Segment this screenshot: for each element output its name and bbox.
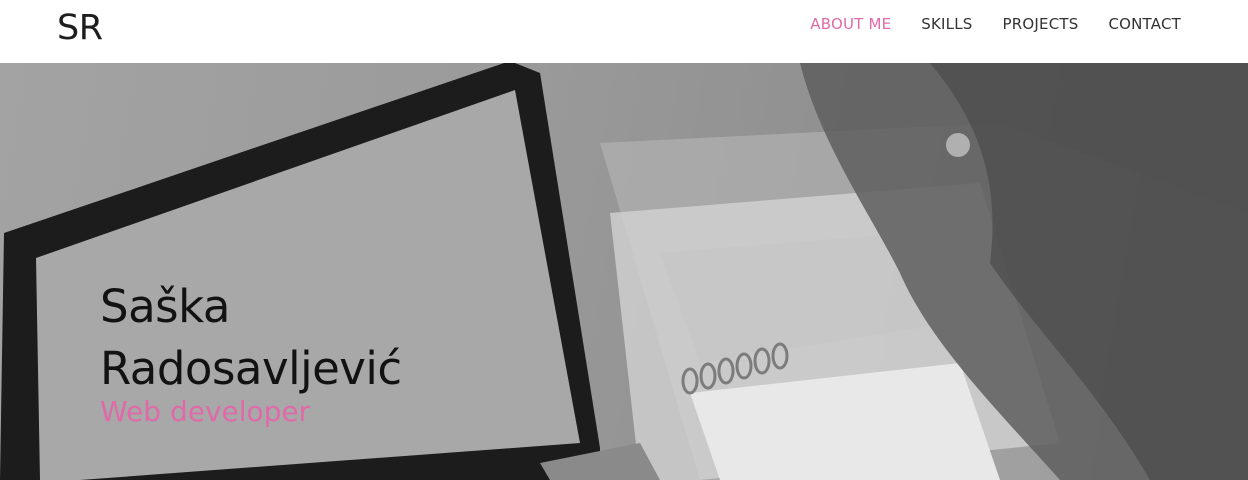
hero-section: Saška Radosavljević Web developer [0,63,1248,480]
hero-text-block: Saška Radosavljević Web developer [100,276,402,430]
nav-link-skills[interactable]: SKILLS [921,14,972,34]
nav-link-contact[interactable]: CONTACT [1108,14,1181,34]
nav-link-about-me[interactable]: ABOUT ME [810,14,891,34]
earring [946,133,970,157]
hero-first-name: Saška [100,280,230,333]
top-navbar: SR ABOUT ME SKILLS PROJECTS CONTACT [0,0,1248,63]
nav-link-projects[interactable]: PROJECTS [1003,14,1079,34]
hero-name: Saška Radosavljević [100,276,402,400]
hero-last-name: Radosavljević [100,342,402,395]
main-nav: ABOUT ME SKILLS PROJECTS CONTACT [810,14,1181,34]
logo[interactable]: SR [57,6,103,50]
